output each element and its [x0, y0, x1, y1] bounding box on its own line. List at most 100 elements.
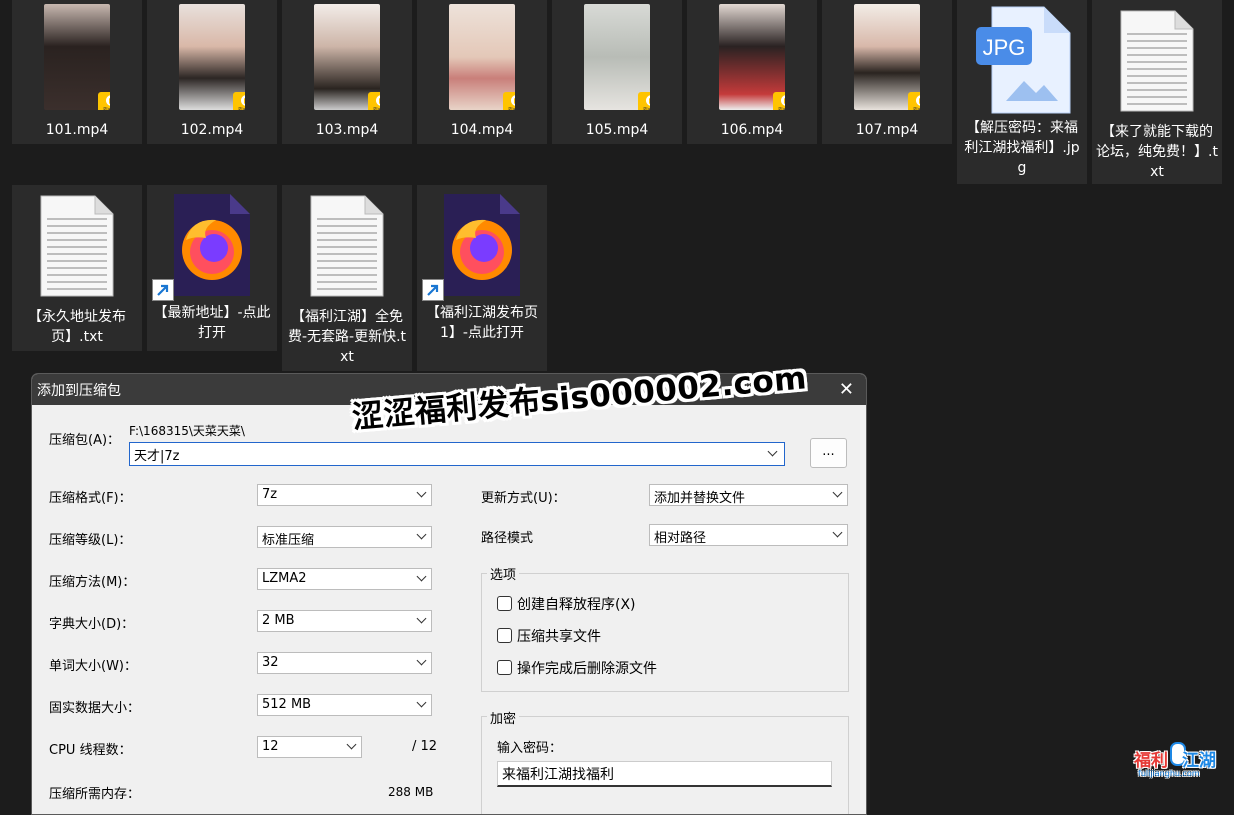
- setting-select[interactable]: 512 MB: [257, 694, 432, 716]
- file-tile[interactable]: Player 103.mp4: [282, 0, 412, 144]
- chevron-down-icon: [416, 613, 427, 624]
- option-label[interactable]: 操作完成后删除源文件: [517, 658, 657, 678]
- file-name: 101.mp4: [45, 122, 109, 138]
- setting-value: LZMA2: [262, 571, 307, 586]
- memory-label: 压缩所需内存：: [49, 787, 141, 802]
- video-thumbnail: Player: [719, 4, 785, 110]
- archive-path: F:\168315\天菜天菜\: [129, 424, 245, 438]
- file-tile[interactable]: Player 104.mp4: [417, 0, 547, 144]
- setting-select[interactable]: 32: [257, 652, 432, 674]
- shortcut-arrow-icon: [422, 279, 444, 301]
- memory-value: 288 MB: [388, 785, 434, 799]
- file-name: 【福利江湖】全免费-无套路-更新快.txt: [287, 309, 407, 365]
- setting-select[interactable]: LZMA2: [257, 568, 432, 590]
- cpu-threads-label: CPU 线程数：: [49, 743, 132, 758]
- firefox-icon: [150, 187, 274, 303]
- setting-label: 固实数据大小：: [49, 701, 141, 716]
- file-name: 106.mp4: [720, 122, 784, 138]
- archive-name-input[interactable]: 天才|7z: [129, 442, 785, 466]
- firefox-icon: [420, 187, 544, 303]
- chevron-down-icon: [346, 739, 357, 750]
- setting-label: 压缩格式(F)：: [49, 491, 132, 506]
- chevron-down-icon: [416, 487, 427, 498]
- option-checkbox[interactable]: [497, 660, 512, 675]
- close-icon[interactable]: ✕: [839, 379, 854, 400]
- file-name: 【福利江湖发布页1】-点此打开: [426, 305, 538, 341]
- video-thumbnail: Player: [314, 4, 380, 110]
- file-tile[interactable]: 【福利江湖发布页1】-点此打开: [417, 185, 547, 371]
- video-thumbnail: Player: [179, 4, 245, 110]
- logo-part1: 福利: [1134, 751, 1168, 771]
- archive-label: 压缩包(A)：: [49, 433, 121, 448]
- file-tile[interactable]: Player 107.mp4: [822, 0, 952, 144]
- file-name: 102.mp4: [180, 122, 244, 138]
- cpu-threads-value: 12: [262, 739, 279, 754]
- option-label[interactable]: 压缩共享文件: [517, 626, 601, 646]
- setting-label: 单词大小(W)：: [49, 659, 137, 674]
- file-name: 【永久地址发布页】.txt: [28, 309, 126, 345]
- player-icon: Player: [638, 92, 650, 110]
- file-name: 107.mp4: [855, 122, 919, 138]
- player-icon: Player: [908, 92, 920, 110]
- logo-url: fulijianghu.com: [1138, 769, 1200, 778]
- update-mode-select[interactable]: 添加并替换文件: [649, 484, 848, 506]
- file-name: 105.mp4: [585, 122, 649, 138]
- file-tile[interactable]: 【来了就能下载的论坛，纯免费！】.txt: [1092, 0, 1222, 184]
- chevron-down-icon: [416, 571, 427, 582]
- browse-button[interactable]: ...: [810, 438, 847, 468]
- path-mode-value: 相对路径: [654, 531, 707, 546]
- text-file-icon: [39, 195, 115, 297]
- option-label[interactable]: 创建自释放程序(X): [517, 594, 636, 614]
- shortcut-arrow-icon: [152, 279, 174, 301]
- add-to-archive-dialog: 添加到压缩包 ✕ 压缩包(A)： F:\168315\天菜天菜\ 天才|7z .…: [31, 373, 867, 815]
- player-icon: Player: [368, 92, 380, 110]
- file-tile[interactable]: Player 105.mp4: [552, 0, 682, 144]
- chevron-down-icon: [416, 697, 427, 708]
- update-mode-label: 更新方式(U)：: [481, 491, 566, 506]
- file-name: 【解压密码：来福利江湖找福利】.jpg: [964, 120, 1080, 176]
- update-mode-value: 添加并替换文件: [654, 491, 746, 506]
- file-name: 103.mp4: [315, 122, 379, 138]
- file-tile[interactable]: 【最新地址】-点此打开: [147, 185, 277, 351]
- video-thumbnail: Player: [854, 4, 920, 110]
- path-mode-select[interactable]: 相对路径: [649, 524, 848, 546]
- setting-value: 512 MB: [262, 697, 312, 712]
- dialog-title: 添加到压缩包: [37, 383, 121, 399]
- setting-label: 压缩等级(L)：: [49, 533, 132, 548]
- logo-part2: 江湖: [1182, 751, 1216, 771]
- option-checkbox[interactable]: [497, 628, 512, 643]
- setting-select[interactable]: 2 MB: [257, 610, 432, 632]
- setting-value: 标准压缩: [262, 533, 315, 548]
- player-icon: Player: [773, 92, 785, 110]
- text-file-icon: [1119, 10, 1195, 112]
- password-input[interactable]: 来福利江湖找福利: [497, 761, 832, 787]
- file-name: 【来了就能下载的论坛，纯免费！】.txt: [1096, 124, 1218, 180]
- video-thumbnail: Player: [584, 4, 650, 110]
- video-thumbnail: Player: [449, 4, 515, 110]
- option-checkbox[interactable]: [497, 596, 512, 611]
- setting-value: 32: [262, 655, 279, 670]
- setting-select[interactable]: 标准压缩: [257, 526, 432, 548]
- site-logo: 福利 江湖 fulijianghu.com: [1132, 740, 1224, 784]
- cpu-threads-max: / 12: [412, 739, 438, 754]
- file-tile[interactable]: Player 102.mp4: [147, 0, 277, 144]
- player-icon: Player: [503, 92, 515, 110]
- player-icon: Player: [233, 92, 245, 110]
- video-thumbnail: Player: [44, 4, 110, 110]
- file-tile[interactable]: Player 101.mp4: [12, 0, 142, 144]
- options-group-label: 选项: [487, 564, 520, 583]
- cpu-threads-select[interactable]: 12: [257, 736, 362, 758]
- file-tile[interactable]: 【永久地址发布页】.txt: [12, 185, 142, 351]
- path-mode-label: 路径模式: [481, 531, 534, 546]
- file-name: 104.mp4: [450, 122, 514, 138]
- setting-select[interactable]: 7z: [257, 484, 432, 506]
- chevron-down-icon: [832, 487, 843, 498]
- file-tile[interactable]: JPG 【解压密码：来福利江湖找福利】.jpg: [957, 0, 1087, 184]
- archive-name-value: 天才|7z: [134, 449, 180, 464]
- file-tile[interactable]: 【福利江湖】全免费-无套路-更新快.txt: [282, 185, 412, 371]
- setting-value: 2 MB: [262, 613, 295, 628]
- chevron-down-icon: [416, 655, 427, 666]
- chevron-down-icon[interactable]: [767, 446, 778, 457]
- file-tile[interactable]: Player 106.mp4: [687, 0, 817, 144]
- file-name: 【最新地址】-点此打开: [153, 305, 271, 341]
